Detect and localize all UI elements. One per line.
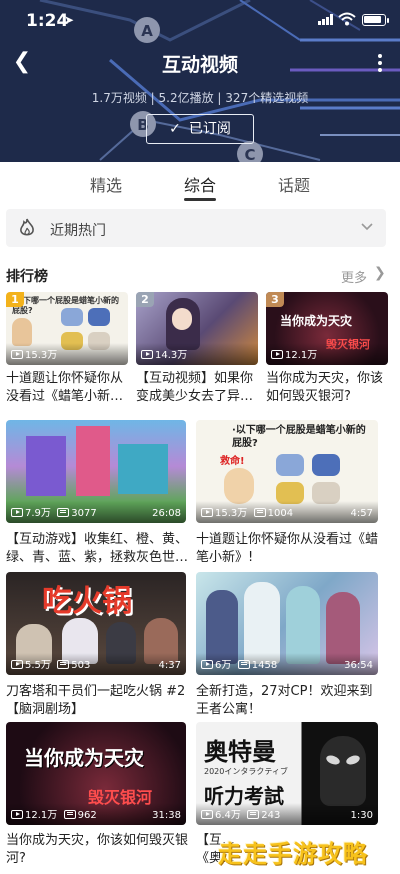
video-duration: 26:08 (152, 508, 181, 519)
danmaku-icon (247, 810, 260, 819)
video-stats: 6.4万 243 (201, 806, 280, 821)
video-duration: 31:38 (152, 810, 181, 821)
thumbnail-caption: 当你成为天灾 (24, 746, 144, 770)
subscribe-label: 已订阅 (188, 121, 231, 137)
play-count-icon (141, 350, 153, 359)
tab-topics[interactable]: 话题 (278, 172, 310, 196)
rank-badge-2: 2 (136, 292, 154, 307)
sort-dropdown[interactable]: 近期热门 (6, 209, 386, 247)
ranking-views-3: 12.1万 (271, 346, 317, 361)
rank-badge-3: 3 (266, 292, 284, 307)
danmaku-icon (63, 810, 76, 819)
video-duration: 1:30 (350, 810, 373, 821)
ranking-title-3[interactable]: 当你成为天灾，你该如何毁灭银河? (266, 370, 390, 406)
ranking-title-1[interactable]: 十道题让你怀疑你从没看过《蜡笔小新… (6, 370, 130, 406)
subscribed-button[interactable]: ✓ 已订阅 (146, 114, 254, 144)
video-title[interactable]: 当你成为天灾，你该如何毁灭银河? (6, 832, 190, 868)
play-count-icon (201, 660, 213, 669)
video-thumbnail[interactable]: 奥特曼 2020インタラクティブ 听力考試 6.4万 243 1:30 (196, 722, 378, 825)
ranking-title-2[interactable]: 【互动视频】如果你变成美少女去了异… (136, 370, 260, 406)
danmaku-icon (253, 508, 266, 517)
thumbnail-caption: ·以下哪一个屁股是蜡笔小新的屁股? (232, 425, 366, 449)
thumbnail-caption: 吃火锅 (42, 584, 132, 619)
page-title: 互动视频 (161, 54, 238, 76)
video-title[interactable]: 十道题让你怀疑你从没看过《蜡笔小新》! (196, 531, 382, 567)
thumbnail-art (26, 436, 66, 496)
play-count-icon (201, 508, 213, 517)
thumbnail-caption-2: 救命! (220, 456, 245, 467)
ranking-views-2: 14.3万 (141, 346, 187, 361)
status-bar: 1:24 ➤ (0, 0, 400, 44)
ranking-thumbnail-2[interactable]: 14.3万 2 (136, 292, 258, 365)
deco-letter-c: C (244, 146, 255, 162)
video-title[interactable]: 全新打造，27对CP！欢迎来到王者公寓！ (196, 683, 382, 719)
topic-stats: 1.7万视频 | 5.2亿播放 | 327个精选视频 (91, 91, 309, 105)
thumbnail-caption: 奥特曼 (204, 738, 276, 766)
thumbnail-caption: 当你成为天灾 (280, 314, 353, 328)
more-options-button[interactable] (368, 50, 392, 76)
sort-dropdown-label: 近期热门 (50, 223, 106, 239)
tab-overall[interactable]: 综合 (184, 172, 216, 196)
thumbnail-art (12, 318, 32, 346)
video-thumbnail[interactable]: 当你成为天灾 毁灭银河 12.1万 962 31:38 (6, 722, 186, 825)
status-time: 1:24 (26, 11, 69, 31)
play-count-icon (271, 350, 283, 359)
thumbnail-caption-3: 2020インタラクティブ (204, 767, 288, 776)
ranking-thumbnail-3[interactable]: 当你成为天灾 毁灭银河 12.1万 3 (266, 292, 388, 365)
watermark-logo: 走走手游攻略 (218, 840, 368, 868)
video-stats: 6万 1458 (201, 656, 277, 671)
video-thumbnail[interactable]: 6万 1458 36:54 (196, 572, 378, 675)
topic-header: A B C 1:24 ➤ ❮ 互动视频 1.7万视频 | 5.2亿播放 | 32… (0, 0, 400, 162)
wifi-icon (338, 12, 356, 26)
video-title[interactable]: 刀客塔和干员们一起吃火锅 #2【脑洞剧场】 (6, 683, 190, 719)
tab-featured[interactable]: 精选 (90, 172, 122, 196)
check-icon: ✓ (169, 121, 181, 137)
more-dots-icon (378, 54, 382, 58)
video-thumbnail[interactable]: 7.9万 3077 26:08 (6, 420, 186, 523)
chevron-down-icon (361, 223, 373, 231)
video-thumbnail[interactable]: 吃火锅 5.5万 503 4:37 (6, 572, 186, 675)
danmaku-icon (237, 660, 250, 669)
play-count-icon (11, 508, 23, 517)
ranking-title: 排行榜 (6, 269, 48, 285)
thumbnail-art (224, 468, 254, 504)
play-count-icon (11, 350, 23, 359)
play-count-icon (11, 810, 23, 819)
location-arrow-icon: ➤ (64, 13, 75, 27)
danmaku-icon (57, 660, 70, 669)
rank-badge-1: 1 (6, 292, 24, 307)
flame-icon (20, 218, 34, 236)
ranking-more-link[interactable]: 更多 (341, 267, 367, 286)
battery-icon (362, 14, 386, 26)
video-title[interactable]: 【互动游戏】收集红、橙、黄、绿、青、蓝、紫，拯救灰色世… (6, 531, 190, 567)
video-duration: 4:37 (158, 660, 181, 671)
chevron-right-icon: ❯ (374, 265, 386, 281)
video-stats: 15.3万 1004 (201, 504, 293, 519)
play-count-icon (201, 810, 213, 819)
thumbnail-art (320, 736, 366, 806)
video-duration: 36:54 (344, 660, 373, 671)
danmaku-icon (57, 508, 70, 517)
video-thumbnail[interactable]: ·以下哪一个屁股是蜡笔小新的屁股? 救命! 15.3万 1004 4:57 (196, 420, 378, 523)
video-stats: 12.1万 962 (11, 806, 97, 821)
cellular-signal-icon (318, 14, 333, 25)
video-duration: 4:57 (350, 508, 373, 519)
video-stats: 5.5万 503 (11, 656, 90, 671)
battery-tip (387, 18, 389, 23)
ranking-views-1: 15.3万 (11, 346, 57, 361)
active-tab-indicator (184, 198, 216, 201)
video-stats: 7.9万 3077 (11, 504, 97, 519)
play-count-icon (11, 660, 23, 669)
ranking-thumbnail-1[interactable]: ·以下哪一个屁股是蜡笔小新的屁股? 15.3万 1 (6, 292, 128, 365)
tab-bar: 精选 综合 话题 (0, 162, 400, 204)
